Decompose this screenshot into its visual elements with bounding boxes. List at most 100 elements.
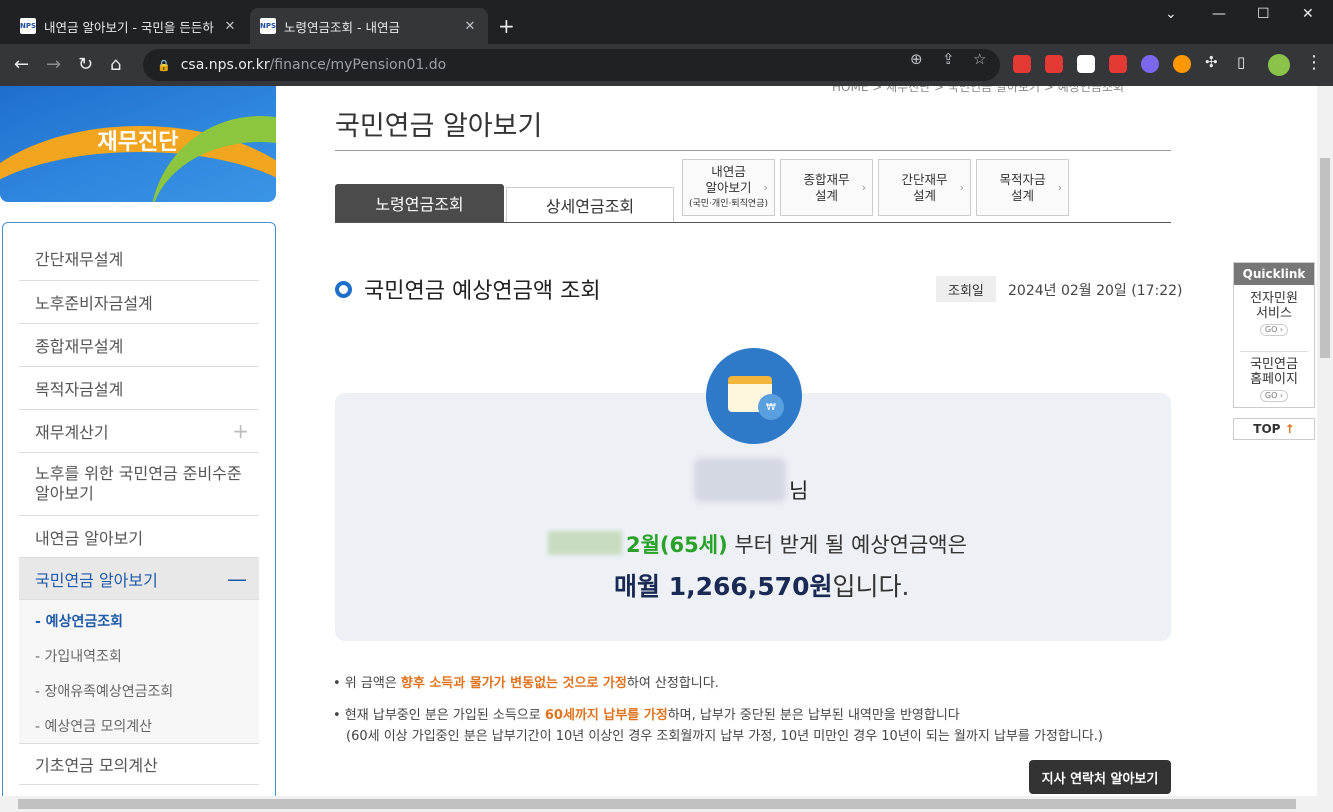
sidebar-item-purpose-fund[interactable]: 목적자금설계	[19, 367, 259, 410]
tab-title: 노령연금조회 - 내연금	[284, 19, 400, 35]
sidebar-item-my-pension[interactable]: 내연금 알아보기	[19, 516, 259, 558]
sidebar-item-simple-plan[interactable]: 간단재무설계	[19, 223, 259, 281]
chevron-right-icon: ›	[959, 181, 964, 194]
quicklink-label: 홈페이지	[1250, 372, 1298, 387]
breadcrumb[interactable]: HOME > 재무진단 > 국민연금 알아보기 > 예상연금조회	[832, 86, 1124, 95]
maximize-icon[interactable]: ☐	[1257, 6, 1270, 22]
reload-icon[interactable]: ↻	[78, 54, 93, 75]
quicklink-homepage[interactable]: 국민연금 홈페이지 GO ›	[1234, 357, 1314, 402]
extension-icon[interactable]	[1045, 55, 1063, 73]
side-panel-icon[interactable]: ▯	[1237, 53, 1245, 71]
submenu-item-enrollment-history[interactable]: - 가입내역조회	[35, 646, 122, 666]
go-button[interactable]: GO ›	[1259, 390, 1289, 402]
browser-tab-bar: NPS 내연금 알아보기 - 국민을 든든하 ✕ NPS 노령연금조회 - 내연…	[0, 0, 1333, 44]
section-banner: 재무진단	[0, 86, 276, 202]
tab-old-age-pension[interactable]: 노령연금조회	[335, 184, 504, 222]
minimize-icon[interactable]: —	[1212, 6, 1226, 22]
site-favicon-icon: NPS	[260, 18, 276, 34]
forward-icon[interactable]: →	[46, 54, 61, 75]
start-text-rest: 부터 받게 될 예상연금액은	[734, 533, 967, 557]
scrollbar-thumb[interactable]	[1320, 158, 1330, 358]
home-icon[interactable]: ⌂	[110, 54, 121, 75]
close-tab-icon[interactable]: ✕	[462, 19, 478, 34]
redacted-year	[548, 531, 622, 555]
share-icon[interactable]: ⇪	[942, 50, 955, 68]
address-bar[interactable]: 🔒 csa.nps.or.kr/finance/myPension01.do	[143, 49, 1000, 81]
tab-search-icon[interactable]: ⌄	[1165, 6, 1177, 22]
collapse-minus-icon[interactable]: —	[227, 567, 247, 591]
sidebar-item-national-pension[interactable]: 국민연금 알아보기 —	[19, 558, 259, 600]
horizontal-scrollbar[interactable]	[0, 796, 1333, 812]
back-icon[interactable]: ←	[14, 54, 29, 75]
pension-start-text: 2월(65세) 부터 받게 될 예상연금액은	[626, 529, 967, 559]
zoom-icon[interactable]: ⊕	[910, 50, 923, 68]
url-path: /finance/myPension01.do	[269, 57, 447, 73]
section-title: 국민연금 예상연금액 조회	[335, 273, 601, 305]
submenu-item-disability-survivor[interactable]: - 장애유족예상연금조회	[35, 681, 173, 701]
link-label: 종합재무	[803, 171, 850, 187]
profile-avatar[interactable]	[1268, 54, 1290, 76]
browser-menu-icon[interactable]: ⋮	[1305, 52, 1323, 73]
quicklink-civil-service[interactable]: 전자민원 서비스 GO ›	[1234, 291, 1314, 336]
sidebar-item-retirement-fund[interactable]: 노후준비자금설계	[19, 281, 259, 324]
close-tab-icon[interactable]: ✕	[222, 19, 238, 34]
scroll-top-button[interactable]: TOP ↑	[1233, 418, 1315, 440]
extension-icon[interactable]	[1141, 55, 1159, 73]
branch-contact-button[interactable]: 지사 연락처 알아보기	[1029, 760, 1171, 794]
redacted-name	[694, 458, 786, 502]
tab-title: 내연금 알아보기 - 국민을 든든하	[44, 19, 214, 35]
sidebar-item-calculator[interactable]: 재무계산기 +	[19, 410, 259, 453]
scrollbar-thumb[interactable]	[18, 799, 1296, 809]
browser-tab-active[interactable]: NPS 노령연금조회 - 내연금 ✕	[250, 8, 488, 44]
close-window-icon[interactable]: ✕	[1302, 6, 1314, 22]
top-label: TOP	[1253, 422, 1281, 436]
note-highlight: 60세까지 납부를 가정	[544, 708, 668, 723]
sidebar-item-pension-readiness[interactable]: 노후를 위한 국민연금 준비수준 알아보기	[19, 453, 259, 516]
link-my-pension[interactable]: 내연금 알아보기 (국민·개인·퇴직연금) ›	[682, 159, 775, 216]
note-assumption: • 위 금액은 향후 소득과 물가가 변동없는 것으로 가정하여 산정합니다.	[333, 672, 719, 691]
go-button[interactable]: GO ›	[1259, 324, 1289, 336]
lock-icon[interactable]: 🔒	[157, 59, 171, 72]
arrow-up-icon: ↑	[1284, 422, 1295, 436]
bookmark-star-icon[interactable]: ☆	[973, 50, 986, 68]
submenu-item-simulation[interactable]: - 예상연금 모의계산	[35, 716, 152, 736]
extension-icon[interactable]	[1013, 55, 1031, 73]
link-label: 간단재무	[901, 171, 948, 187]
expand-plus-icon[interactable]: +	[232, 419, 249, 443]
sidebar-submenu: - 예상연금조회 - 가입내역조회 - 장애유족예상연금조회 - 예상연금 모의…	[19, 600, 259, 743]
chevron-right-icon: ›	[861, 181, 866, 194]
vertical-scrollbar[interactable]	[1317, 86, 1333, 796]
sidebar-item-total-plan[interactable]: 종합재무설계	[19, 324, 259, 367]
section-title-text: 국민연금 예상연금액 조회	[364, 279, 601, 304]
sidebar-item-basic-pension[interactable]: 기초연금 모의계산	[19, 743, 259, 785]
browser-tab[interactable]: NPS 내연금 알아보기 - 국민을 든든하 ✕	[10, 8, 248, 44]
tab-detailed-pension[interactable]: 상세연금조회	[506, 187, 674, 222]
link-label: 목적자금	[999, 171, 1046, 187]
extension-icon[interactable]	[1109, 55, 1127, 73]
extension-icon[interactable]	[1173, 55, 1191, 73]
extensions-puzzle-icon[interactable]: ✣	[1205, 53, 1218, 71]
quicklink-divider	[1240, 351, 1308, 352]
quicklink-label: 전자민원	[1250, 291, 1298, 306]
link-label: 설계	[912, 187, 936, 203]
sidebar-item-label: 간단재무설계	[35, 249, 124, 269]
note-payment: • 현재 납부중인 분은 가입된 소득으로 60세까지 납부를 가정하며, 납부…	[333, 704, 960, 723]
quicklink-panel: Quicklink 전자민원 서비스 GO › 국민연금 홈페이지 GO ›	[1233, 262, 1315, 408]
link-purpose-fund[interactable]: 목적자금 설계 ›	[976, 159, 1069, 216]
link-total-plan[interactable]: 종합재무 설계 ›	[780, 159, 873, 216]
submenu-item-expected-pension[interactable]: - 예상연금조회	[35, 611, 123, 631]
start-month: 2월(65세)	[626, 533, 728, 557]
note-text: 하여 산정합니다.	[626, 676, 719, 691]
link-sublabel: (국민·개인·퇴직연금)	[689, 198, 768, 209]
quicklink-title: Quicklink	[1234, 263, 1314, 285]
side-navigation: 간단재무설계 노후준비자금설계 종합재무설계 목적자금설계 재무계산기 + 노후를…	[2, 222, 276, 796]
sidebar-item-label: 목적자금설계	[35, 380, 124, 399]
note-detail: (60세 이상 가입중인 분은 납부기간이 10년 이상인 경우 조회월까지 납…	[346, 729, 1103, 744]
link-simple-plan[interactable]: 간단재무 설계 ›	[878, 159, 971, 216]
link-label: 설계	[814, 187, 838, 203]
honorific: 님	[789, 479, 809, 503]
new-tab-icon[interactable]: +	[498, 14, 515, 38]
pension-amount-text: 매월 1,266,570원입니다.	[614, 567, 909, 603]
extension-icon[interactable]	[1077, 55, 1095, 73]
sidebar-item-label: 재무계산기	[35, 423, 109, 442]
